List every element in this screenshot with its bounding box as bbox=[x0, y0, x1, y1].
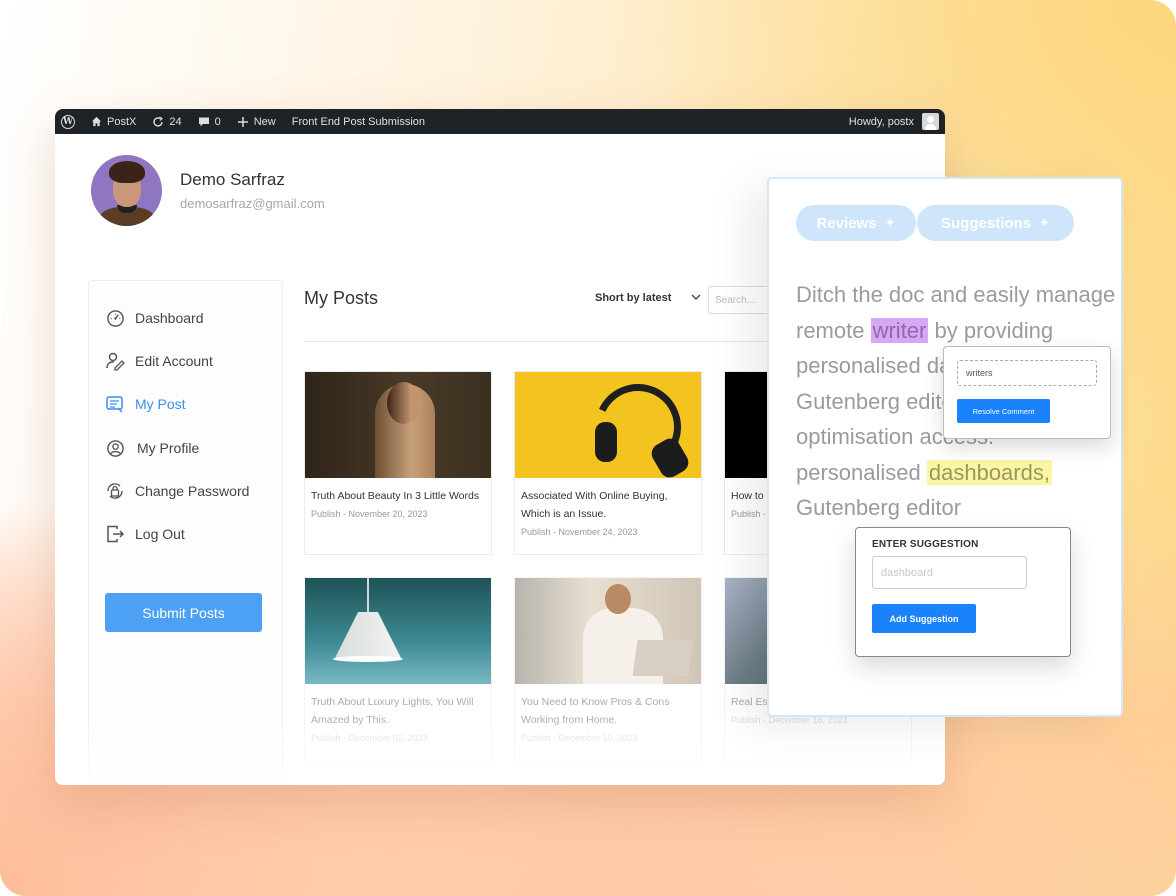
sidebar-item-edit-account[interactable]: Edit Account bbox=[105, 351, 213, 371]
sidebar-item-my-post[interactable]: My Post bbox=[105, 394, 186, 414]
tab-suggestions[interactable]: Suggestions ✦ bbox=[917, 205, 1074, 241]
tab-label: Suggestions bbox=[941, 214, 1032, 232]
post-card[interactable]: Truth About Beauty In 3 Little Words Pub… bbox=[304, 371, 492, 555]
post-date: Publish - November 20, 2023 bbox=[311, 509, 428, 519]
sidebar-item-label: Log Out bbox=[135, 526, 185, 542]
profile-header: Demo Sarfraz demosarfraz@gmail.com bbox=[91, 155, 325, 226]
add-suggestion-button[interactable]: Add Suggestion bbox=[872, 604, 976, 633]
post-title[interactable]: Truth About Luxury Lights, You Will Amaz… bbox=[305, 684, 491, 729]
sparkle-icon: ✦ bbox=[884, 215, 896, 230]
post-thumbnail bbox=[305, 578, 491, 684]
profile-name: Demo Sarfraz bbox=[180, 170, 285, 189]
home-icon bbox=[91, 116, 102, 127]
post-date: Publish - December 02, 2023 bbox=[311, 733, 428, 743]
post-card[interactable]: Truth About Luxury Lights, You Will Amaz… bbox=[304, 577, 492, 761]
post-thumbnail bbox=[515, 372, 701, 478]
post-card[interactable]: Associated With Online Buying, Which is … bbox=[514, 371, 702, 555]
sidebar-item-dashboard[interactable]: Dashboard bbox=[105, 308, 204, 328]
post-title[interactable]: You Need to Know Pros & Cons Working fro… bbox=[515, 684, 701, 729]
divider bbox=[304, 341, 774, 342]
updates-link[interactable]: 24 bbox=[152, 115, 182, 128]
post-card[interactable]: You Need to Know Pros & Cons Working fro… bbox=[514, 577, 702, 761]
comment-highlight[interactable]: writer bbox=[870, 317, 929, 343]
profile-email: demosarfraz@gmail.com bbox=[180, 196, 325, 211]
user-circle-icon bbox=[105, 438, 125, 458]
wordpress-icon: W bbox=[61, 114, 75, 129]
lock-refresh-icon bbox=[105, 481, 125, 501]
site-name-label: PostX bbox=[107, 115, 137, 128]
post-list-icon bbox=[105, 394, 125, 414]
text-segment: Gutenberg editor bbox=[796, 495, 962, 520]
sidebar-item-label: Edit Account bbox=[135, 353, 213, 369]
sidebar-item-log-out[interactable]: Log Out bbox=[105, 524, 185, 544]
wp-admin-bar: W PostX 24 0 New Front End Post Submissi… bbox=[55, 109, 945, 134]
edit-user-icon bbox=[105, 351, 125, 371]
my-account-menu[interactable]: Howdy, postx bbox=[849, 113, 939, 130]
comment-input[interactable] bbox=[957, 360, 1097, 386]
site-name-link[interactable]: PostX bbox=[91, 116, 136, 128]
refresh-icon bbox=[153, 115, 164, 127]
resolve-comment-button[interactable]: Resolve Comment bbox=[957, 399, 1050, 423]
submit-posts-button[interactable]: Submit Posts bbox=[105, 593, 262, 632]
updates-count: 24 bbox=[169, 115, 182, 128]
chevron-down-icon bbox=[691, 292, 701, 304]
page-title: My Posts bbox=[304, 288, 379, 308]
sort-label: Short by latest bbox=[595, 292, 672, 304]
profile-avatar bbox=[91, 155, 162, 226]
new-label: New bbox=[253, 115, 276, 128]
post-thumbnail bbox=[515, 578, 701, 684]
sidebar-item-my-profile[interactable]: My Profile bbox=[105, 438, 199, 458]
comment-icon bbox=[198, 117, 209, 126]
new-content-link[interactable]: New bbox=[237, 116, 276, 128]
sparkle-icon: ✦ bbox=[1039, 215, 1050, 230]
tab-label: Reviews bbox=[816, 214, 877, 232]
post-date: Publish - November 24, 2023 bbox=[521, 527, 638, 537]
page-link-label: Front End Post Submission bbox=[291, 115, 426, 128]
comment-popup: Resolve Comment bbox=[943, 346, 1111, 439]
comments-link[interactable]: 0 bbox=[198, 116, 221, 128]
sidebar-item-change-password[interactable]: Change Password bbox=[105, 481, 249, 501]
greeting-label: Howdy, postx bbox=[848, 115, 914, 128]
logout-icon bbox=[105, 524, 125, 544]
post-thumbnail bbox=[305, 372, 491, 478]
sidebar-item-label: My Profile bbox=[137, 440, 200, 456]
suggestion-label: ENTER SUGGESTION bbox=[872, 539, 979, 550]
dashboard-icon bbox=[105, 308, 125, 328]
account-sidebar: Dashboard Edit Account My Post My Profil… bbox=[88, 280, 283, 785]
sidebar-item-label: Change Password bbox=[135, 483, 250, 499]
comments-count: 0 bbox=[214, 115, 221, 128]
suggestion-input[interactable] bbox=[872, 556, 1027, 589]
page-link[interactable]: Front End Post Submission bbox=[292, 116, 425, 128]
plus-icon bbox=[237, 116, 248, 127]
post-title[interactable]: Truth About Beauty In 3 Little Words bbox=[305, 478, 491, 505]
wp-logo-menu[interactable]: W bbox=[61, 114, 75, 129]
user-avatar-icon bbox=[922, 113, 939, 130]
sidebar-item-label: Dashboard bbox=[135, 310, 204, 326]
post-date: Publish - December 10, 2023 bbox=[521, 733, 638, 743]
suggestion-highlight[interactable]: dashboards, bbox=[926, 459, 1052, 485]
tab-reviews[interactable]: Reviews ✦ bbox=[796, 205, 916, 241]
post-title[interactable]: Associated With Online Buying, Which is … bbox=[515, 478, 701, 523]
sort-dropdown[interactable]: Short by latest bbox=[595, 292, 701, 304]
sidebar-item-label: My Post bbox=[135, 396, 186, 412]
suggestion-popup: ENTER SUGGESTION Add Suggestion bbox=[855, 527, 1071, 657]
